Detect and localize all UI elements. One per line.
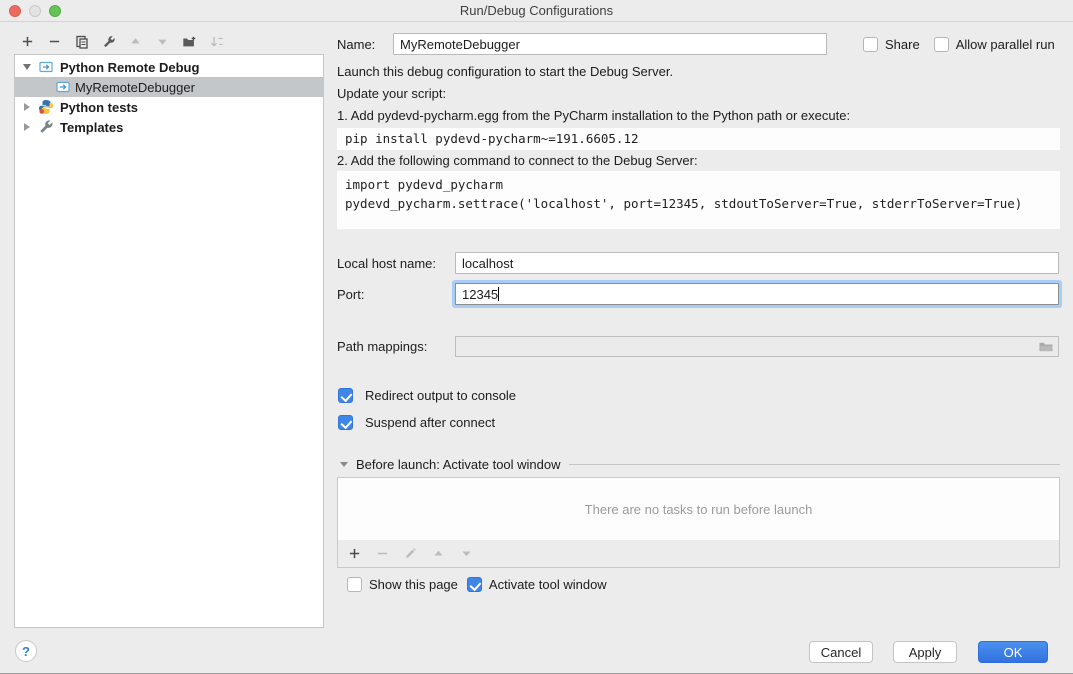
close-icon[interactable] [9,5,21,17]
tree-item-label: MyRemoteDebugger [75,80,195,95]
chevron-right-icon[interactable] [24,103,30,111]
configuration-editor: Name: Share Allow parallel run Launch th… [337,0,1060,674]
move-down-button[interactable] [155,34,170,49]
pip-install-code: pip install pydevd-pycharm~=191.6605.12 [337,128,1060,150]
remove-icon [48,35,61,48]
chevron-down-icon[interactable] [23,64,31,70]
tree-item-label: Python Remote Debug [60,60,199,75]
copy-icon [75,35,89,49]
add-icon [21,35,34,48]
name-input[interactable] [393,33,827,55]
activate-tool-window-label: Activate tool window [489,577,607,592]
new-folder-icon [182,35,197,49]
remove-task-button[interactable] [375,546,390,561]
edit-pencil-icon [404,547,417,560]
move-task-up-button[interactable] [431,546,446,561]
suspend-after-connect-option: Suspend after connect [338,415,495,430]
apply-button[interactable]: Apply [893,641,957,663]
remove-icon [376,547,389,560]
instruction-step1: 1. Add pydevd-pycharm.egg from the PyCha… [337,107,850,125]
local-host-input[interactable] [455,252,1059,274]
separator-line [569,464,1060,465]
instruction-intro: Launch this debug configuration to start… [337,63,673,81]
share-checkbox[interactable] [863,37,878,52]
before-launch-toolbar [337,540,1060,568]
suspend-after-connect-checkbox[interactable] [338,415,353,430]
before-launch-task-list[interactable]: There are no tasks to run before launch [337,477,1060,541]
show-this-page-checkbox[interactable] [347,577,362,592]
activate-tool-window-checkbox[interactable] [467,577,482,592]
tree-item-label: Python tests [60,100,138,115]
text-caret [498,287,499,301]
run-debug-configurations-dialog: Run/Debug Configurations [0,0,1073,674]
port-input[interactable] [455,283,1059,305]
add-task-button[interactable] [347,546,362,561]
suspend-after-connect-label: Suspend after connect [365,415,495,430]
path-mappings-row: Path mappings: [337,336,1059,357]
help-button[interactable]: ? [15,640,37,662]
configurations-toolbar [20,34,224,49]
sort-alphabetically-icon [210,35,224,49]
page-options-row: Show this page Activate tool window [337,576,607,593]
name-label: Name: [337,37,393,52]
redirect-output-option: Redirect output to console [338,388,516,403]
share-label: Share [885,37,920,52]
redirect-output-checkbox[interactable] [338,388,353,403]
folder-icon [1038,340,1054,353]
tree-item-label: Templates [60,120,123,135]
sort-alphabetically-button[interactable] [209,34,224,49]
move-down-icon [460,547,473,560]
move-up-icon [129,35,142,48]
copy-configuration-button[interactable] [74,34,89,49]
local-host-label: Local host name: [337,256,455,271]
show-this-page-label: Show this page [369,577,458,592]
path-mappings-input[interactable] [455,336,1059,357]
path-mappings-label: Path mappings: [337,339,455,354]
move-up-button[interactable] [128,34,143,49]
tree-item-python-remote-debug[interactable]: Python Remote Debug [15,57,323,77]
new-folder-button[interactable] [182,34,197,49]
configurations-tree: Python Remote Debug MyRemoteDebugger Pyt… [14,54,324,628]
before-launch-title: Before launch: Activate tool window [356,457,561,472]
chevron-right-icon[interactable] [24,123,30,131]
tree-item-templates[interactable]: Templates [15,117,323,137]
remove-configuration-button[interactable] [47,34,62,49]
wrench-icon [38,119,54,135]
help-question-icon: ? [22,644,30,659]
add-icon [348,547,361,560]
edit-defaults-button[interactable] [101,34,116,49]
before-launch-header: Before launch: Activate tool window [337,456,1060,472]
traffic-lights [9,5,61,17]
settrace-code: import pydevd_pycharm pydevd_pycharm.set… [337,171,1060,229]
instruction-update: Update your script: [337,85,446,103]
port-label: Port: [337,287,455,302]
wrench-icon [102,35,116,49]
remote-debug-icon [38,59,54,75]
cancel-button[interactable]: Cancel [809,641,873,663]
allow-parallel-run-checkbox[interactable] [934,37,949,52]
python-tests-icon [38,99,54,115]
name-row: Name: Share Allow parallel run [337,33,1055,55]
port-row: Port: [337,283,1059,305]
zoom-icon[interactable] [49,5,61,17]
tree-item-myremotedebugger[interactable]: MyRemoteDebugger [15,77,323,97]
tree-item-python-tests[interactable]: Python tests [15,97,323,117]
edit-task-button[interactable] [403,546,418,561]
remote-debug-icon [55,79,71,95]
local-host-row: Local host name: [337,252,1059,274]
empty-task-message: There are no tasks to run before launch [585,502,813,517]
allow-parallel-run-label: Allow parallel run [956,37,1055,52]
move-up-icon [432,547,445,560]
chevron-down-icon[interactable] [340,462,348,467]
share-option: Share [863,37,920,52]
instruction-step2: 2. Add the following command to connect … [337,152,698,170]
allow-parallel-option: Allow parallel run [934,37,1055,52]
minimize-icon [29,5,41,17]
move-down-icon [156,35,169,48]
redirect-output-label: Redirect output to console [365,388,516,403]
move-task-down-button[interactable] [459,546,474,561]
add-configuration-button[interactable] [20,34,35,49]
ok-button[interactable]: OK [978,641,1048,663]
